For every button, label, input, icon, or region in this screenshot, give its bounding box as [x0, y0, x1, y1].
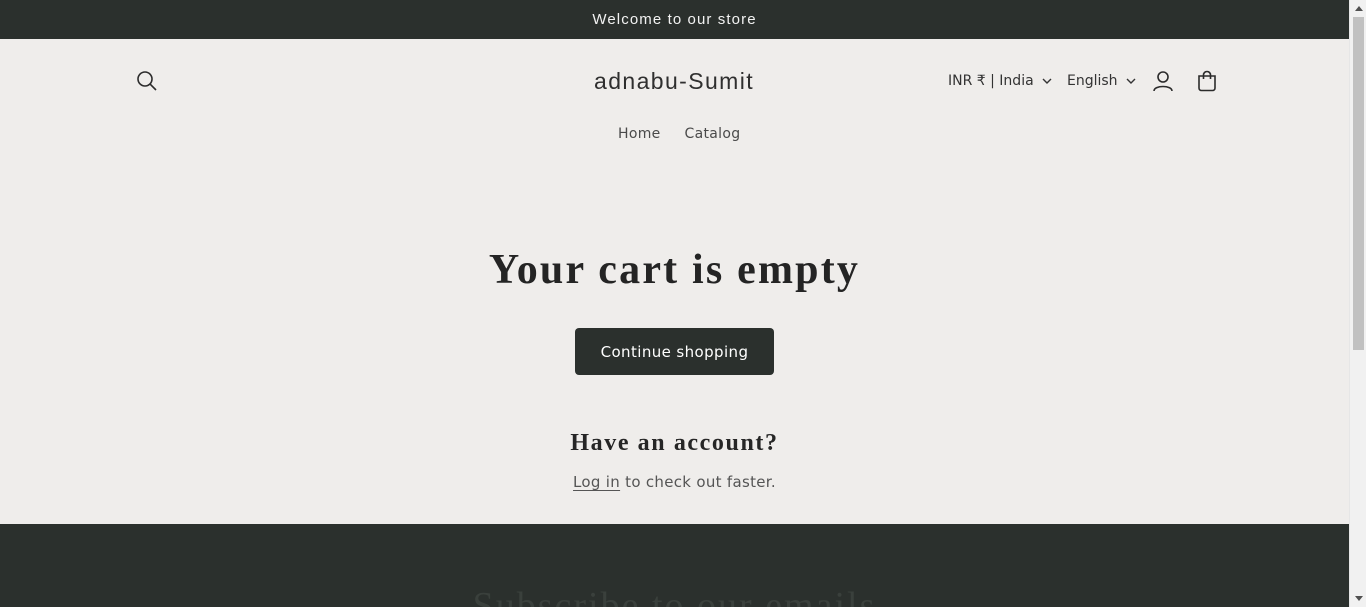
- continue-shopping-button[interactable]: Continue shopping: [575, 328, 774, 375]
- login-prompt: Log in to check out faster.: [0, 473, 1349, 491]
- announcement-text: Welcome to our store: [592, 11, 757, 28]
- currency-selector[interactable]: INR ₹ | India: [948, 68, 1052, 94]
- store-logo[interactable]: adnabu-Sumit: [540, 64, 808, 98]
- cart-icon: [1196, 70, 1218, 92]
- currency-value: INR ₹ | India: [948, 73, 1034, 89]
- language-selector[interactable]: English: [1067, 68, 1136, 94]
- account-icon: [1152, 70, 1174, 92]
- language-value: English: [1067, 73, 1118, 89]
- scroll-down-icon[interactable]: [1350, 590, 1366, 607]
- account-heading: Have an account?: [570, 430, 779, 456]
- page: Welcome to our store adnabu-Sumit INR ₹ …: [0, 0, 1349, 607]
- chevron-down-icon: [1042, 78, 1052, 85]
- search-icon: [136, 70, 158, 92]
- newsletter-heading: Subscribe to our emails: [472, 585, 877, 607]
- cart-empty-title: Your cart is empty: [488, 247, 861, 293]
- nav-item-catalog[interactable]: Catalog: [673, 122, 753, 146]
- scroll-up-icon[interactable]: [1350, 0, 1366, 17]
- chevron-down-icon: [1126, 78, 1136, 85]
- login-link[interactable]: Log in: [573, 473, 620, 491]
- nav-item-home[interactable]: Home: [606, 122, 673, 146]
- account-button[interactable]: [1146, 64, 1180, 98]
- vertical-scrollbar[interactable]: [1349, 0, 1366, 607]
- scrollbar-thumb[interactable]: [1353, 17, 1364, 350]
- main-nav: Home Catalog: [606, 122, 752, 146]
- footer: Subscribe to our emails: [0, 524, 1349, 607]
- announcement-bar: Welcome to our store: [0, 0, 1349, 39]
- login-suffix: to check out faster.: [620, 473, 776, 491]
- search-button[interactable]: [130, 64, 164, 98]
- cart-button[interactable]: [1190, 64, 1224, 98]
